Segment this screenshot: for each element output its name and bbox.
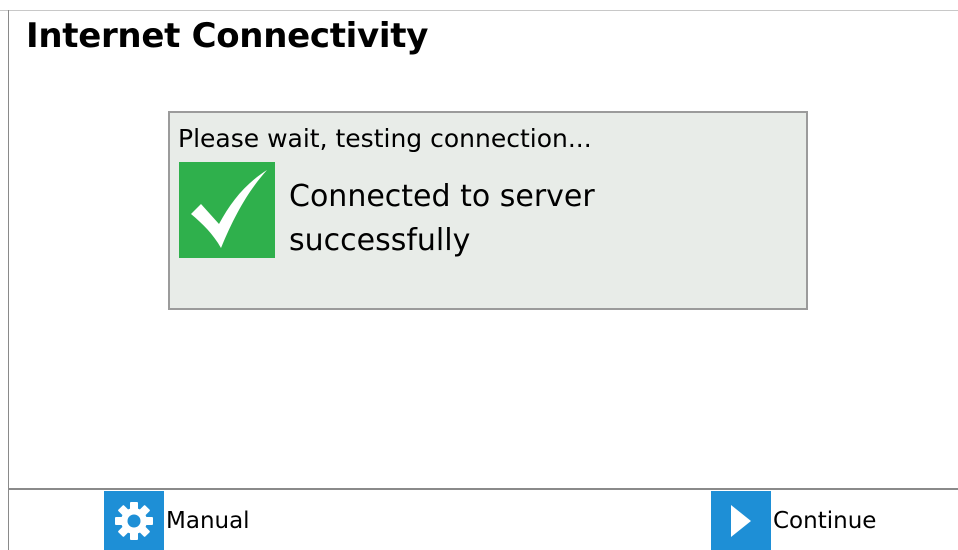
status-heading: Please wait, testing connection... [178, 124, 592, 153]
checkmark-icon [179, 162, 275, 258]
manual-button-label: Manual [166, 507, 250, 534]
manual-button[interactable]: Manual [104, 491, 250, 550]
continue-button-label: Continue [773, 507, 877, 534]
continue-button[interactable]: Continue [711, 491, 876, 550]
left-border [8, 10, 9, 550]
footer-divider [8, 488, 958, 490]
top-border [0, 10, 958, 11]
play-arrow-icon [711, 491, 771, 550]
gear-icon [104, 491, 164, 550]
connection-status-panel: Please wait, testing connection... Conne… [168, 111, 808, 310]
connectivity-screen: Internet Connectivity Please wait, testi… [0, 0, 958, 550]
status-message: Connected to server successfully [289, 179, 595, 258]
page-title: Internet Connectivity [26, 16, 429, 56]
